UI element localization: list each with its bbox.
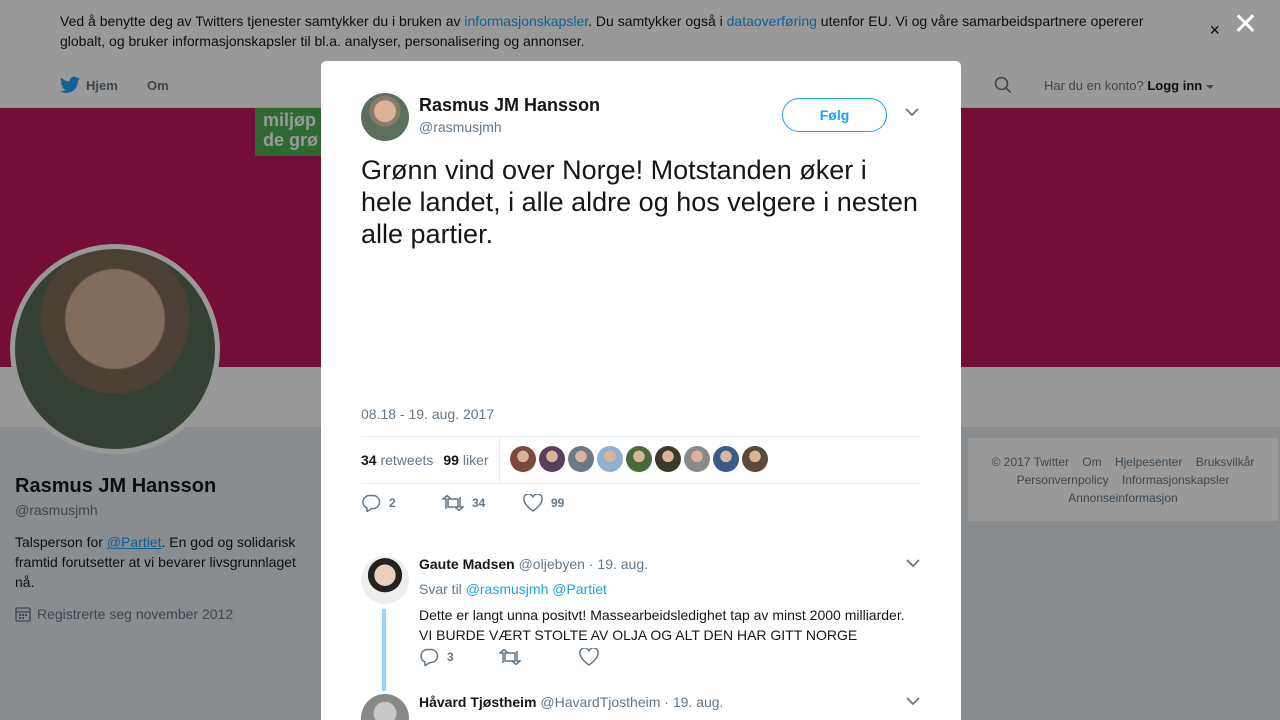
follow-button[interactable]: Følg: [782, 98, 887, 132]
reply-reply-action[interactable]: 3: [419, 648, 499, 666]
thread-connector: [382, 609, 386, 691]
heart-icon: [579, 648, 599, 666]
reply-actions: 3: [419, 648, 659, 666]
reply-header: Gaute Madsen @oljebyen · 19. aug.: [419, 556, 648, 572]
reply-text: Dette er langt unna positvt! Massearbeid…: [419, 607, 905, 643]
tweet-modal: Rasmus JM Hansson @rasmusjmh Følg Grønn …: [321, 61, 961, 720]
reply-author-handle[interactable]: @oljebyen: [519, 556, 585, 572]
reply-avatar[interactable]: [361, 556, 409, 604]
stats-divider: [498, 436, 500, 484]
reply-date[interactable]: · 19. aug.: [664, 694, 723, 710]
tweet-author-avatar[interactable]: [361, 93, 409, 141]
reply-to-label: Svar til: [419, 581, 462, 597]
reply-like-action[interactable]: [579, 648, 659, 666]
tweet-stats: 34 retweets 99 liker: [361, 436, 921, 484]
retweets-stat[interactable]: 34 retweets: [361, 452, 433, 468]
reply-to-mentions[interactable]: @rasmusjmh @Partiet: [466, 581, 607, 597]
like-count: 99: [551, 496, 565, 510]
chevron-down-icon[interactable]: [906, 696, 920, 706]
likes-stat[interactable]: 99 liker: [443, 452, 488, 468]
liker-avatar[interactable]: [538, 445, 565, 472]
tweet-text: Grønn vind over Norge! Motstanden øker i…: [361, 155, 918, 249]
liker-avatar[interactable]: [683, 445, 710, 472]
tweet-actions: 2 34 99: [361, 494, 604, 512]
liker-avatar[interactable]: [712, 445, 739, 472]
reply-reply-count: 3: [447, 650, 454, 664]
reply-retweet-action[interactable]: [499, 648, 579, 666]
tweet-author-handle[interactable]: @rasmusjmh: [419, 119, 502, 135]
liker-avatar[interactable]: [625, 445, 652, 472]
retweets-count: 34: [361, 452, 377, 468]
reply-author-name[interactable]: Håvard Tjøstheim: [419, 694, 536, 710]
likes-label: liker: [462, 452, 489, 468]
reply-count: 2: [389, 496, 396, 510]
liker-avatars: [509, 445, 771, 475]
chevron-down-icon[interactable]: [906, 558, 920, 568]
liker-avatar[interactable]: [741, 445, 768, 472]
retweet-icon: [499, 649, 521, 665]
chevron-down-icon[interactable]: [905, 107, 919, 117]
reply-header: Håvard Tjøstheim @HavardTjostheim · 19. …: [419, 694, 723, 710]
retweets-label: retweets: [380, 452, 434, 468]
likes-count: 99: [443, 452, 459, 468]
retweet-count: 34: [472, 496, 486, 510]
retweet-action[interactable]: 34: [442, 494, 523, 512]
reply-icon: [420, 648, 439, 666]
reply-date[interactable]: · 19. aug.: [589, 556, 648, 572]
liker-avatar[interactable]: [654, 445, 681, 472]
like-action[interactable]: 99: [523, 494, 604, 512]
reply-icon: [362, 494, 381, 512]
liker-avatar[interactable]: [509, 445, 536, 472]
tweet-author-name[interactable]: Rasmus JM Hansson: [419, 95, 600, 116]
tweet-timestamp[interactable]: 08.18 - 19. aug. 2017: [361, 406, 494, 422]
close-icon[interactable]: ✕: [1233, 10, 1258, 40]
reply-to-line: Svar til @rasmusjmh @Partiet: [419, 581, 607, 597]
liker-avatar[interactable]: [567, 445, 594, 472]
reply-avatar[interactable]: [361, 694, 409, 720]
reply-author-name[interactable]: Gaute Madsen: [419, 556, 515, 572]
liker-avatar[interactable]: [596, 445, 623, 472]
reply-author-handle[interactable]: @HavardTjostheim: [540, 694, 660, 710]
retweet-icon: [442, 495, 464, 511]
heart-icon: [523, 494, 543, 512]
reply-action[interactable]: 2: [361, 494, 442, 512]
